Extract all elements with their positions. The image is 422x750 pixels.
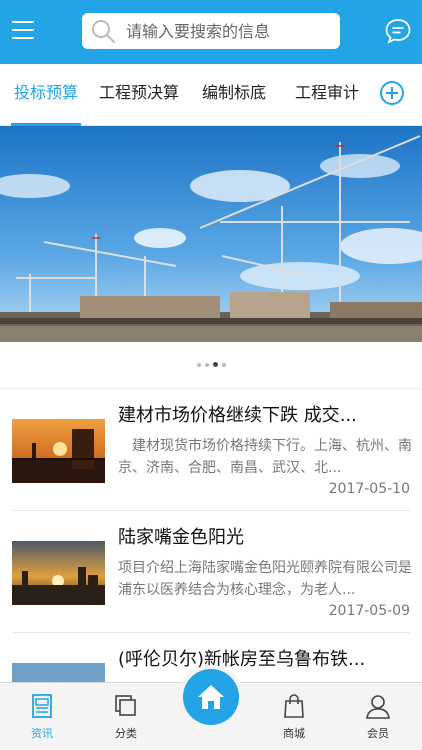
bottom-nav: 资讯 分类 商城 会员 [0, 669, 422, 750]
nav-home[interactable] [183, 669, 239, 725]
nav-member[interactable]: 会员 [348, 693, 408, 741]
category-tabs: 投标预算 工程预决算 编制标底 工程审计 [0, 64, 422, 126]
banner-carousel[interactable] [0, 126, 422, 342]
news-thumbnail [12, 419, 105, 483]
search-box[interactable] [82, 13, 340, 49]
news-title: 建材市场价格继续下跌 成交... [118, 405, 357, 426]
nav-category[interactable]: 分类 [96, 693, 156, 741]
banner-dot[interactable] [204, 363, 209, 367]
news-date: 2017-05-09 [328, 603, 410, 619]
chat-icon[interactable] [384, 17, 412, 45]
nav-category-label: 分类 [115, 727, 137, 740]
search-icon [92, 20, 115, 43]
tab-project-budget[interactable]: 工程预决算 [99, 64, 179, 126]
shop-bag-icon [284, 694, 304, 718]
app-root: 投标预算 工程预决算 编制标底 工程审计 [0, 0, 422, 750]
banner-image [0, 126, 422, 342]
home-icon [198, 685, 224, 709]
news-thumbnail [12, 541, 105, 605]
news-item[interactable]: 建材市场价格继续下跌 成交... 建材现货市场价格持续下行。上海、杭州、南京、济… [12, 389, 412, 511]
nav-shop[interactable]: 商城 [264, 693, 324, 741]
news-item[interactable]: 陆家嘴金色阳光 项目介绍上海陆家嘴金色阳光颐养院有限公司是浦东以医养结合为核心理… [12, 511, 412, 633]
tab-bid-budget[interactable]: 投标预算 [10, 64, 82, 126]
banner-dot[interactable] [221, 363, 226, 367]
news-summary: 建材现货市场价格持续下行。上海、杭州、南京、济南、合肥、南昌、武汉、北... [118, 438, 412, 476]
news-date: 2017-05-10 [328, 481, 410, 497]
news-summary: 项目介绍上海陆家嘴金色阳光颐养院有限公司是浦东以医养结合为核心理念，为老人... [118, 560, 412, 598]
news-title: 陆家嘴金色阳光 [118, 527, 244, 548]
news-title: (呼伦贝尔)新帐房至乌鲁布铁... [118, 649, 366, 670]
banner-dot-active[interactable] [212, 362, 218, 367]
banner-dot[interactable] [196, 363, 201, 367]
nav-shop-label: 商城 [283, 727, 305, 740]
nav-member-label: 会员 [367, 727, 389, 740]
tab-tender-base[interactable]: 编制标底 [202, 64, 266, 126]
add-tab-icon[interactable] [380, 81, 404, 105]
news-icon [32, 694, 52, 718]
tab-project-audit[interactable]: 工程审计 [295, 64, 359, 126]
nav-news[interactable]: 资讯 [12, 693, 72, 741]
search-input[interactable] [126, 21, 326, 41]
nav-news-label: 资讯 [31, 727, 53, 740]
user-icon [366, 695, 390, 719]
category-icon [115, 695, 136, 716]
menu-icon[interactable] [10, 18, 36, 44]
top-header [0, 0, 422, 64]
banner-indicator [0, 362, 422, 367]
